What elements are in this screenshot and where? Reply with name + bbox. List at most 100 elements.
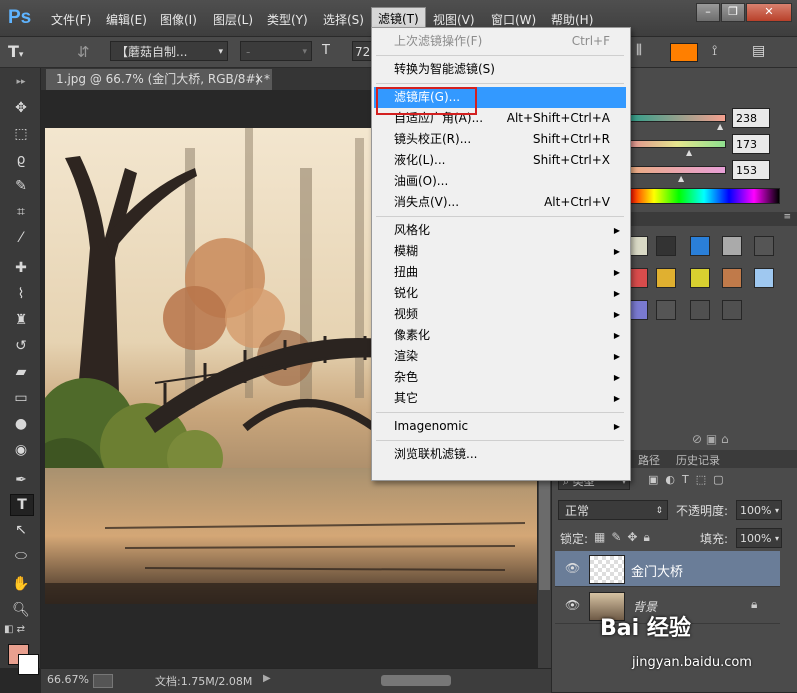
dodge-tool-icon[interactable]: ◉ — [10, 440, 32, 460]
style-swatch[interactable] — [754, 268, 774, 288]
character-panel-icon[interactable]: ▤ — [752, 43, 772, 61]
red-slider-thumb[interactable]: ▲ — [717, 122, 723, 131]
history-brush-tool-icon[interactable]: ↺ — [10, 336, 32, 356]
menu-file[interactable]: 文件(F) — [48, 9, 94, 30]
menu-type[interactable]: 类型(Y) — [264, 9, 311, 30]
filter-menu-item[interactable]: 转换为智能滤镜(S) — [374, 59, 626, 80]
filter-menu-item[interactable]: 上次滤镜操作(F) Ctrl+F — [374, 31, 626, 52]
restore-button[interactable]: ❐ — [721, 3, 745, 22]
move-tool-icon[interactable]: ✥ — [10, 98, 32, 118]
fill-field[interactable]: 100% ▾ — [736, 528, 782, 548]
green-slider[interactable] — [628, 140, 726, 148]
red-slider[interactable] — [628, 114, 726, 122]
font-size-field[interactable]: 72 — [352, 41, 372, 61]
style-swatch[interactable] — [656, 268, 676, 288]
style-swatch[interactable] — [656, 236, 676, 256]
style-swatch[interactable] — [722, 300, 742, 320]
layer-filter-icons[interactable]: ▣◐T⬚▢ — [648, 473, 731, 486]
style-swatch[interactable] — [628, 236, 648, 256]
warp-text-icon[interactable]: ⫼ — [636, 43, 654, 61]
eyedropper-tool-icon[interactable]: ⁄ — [10, 228, 32, 248]
filter-menu-item[interactable]: 液化(L)... Shift+Ctrl+X — [374, 150, 626, 171]
type-tool-button-icon[interactable]: T — [10, 494, 34, 516]
blur-tool-icon[interactable]: ● — [10, 414, 32, 434]
brush-tool-icon[interactable]: ⌇ — [10, 284, 32, 304]
healing-brush-tool-icon[interactable]: ✚ — [10, 258, 32, 278]
lasso-tool-icon[interactable]: ϱ — [10, 150, 32, 170]
menu-select[interactable]: 选择(S) — [320, 9, 367, 30]
layer-row-selected[interactable]: 👁︎ 金门大桥 — [555, 551, 780, 587]
filter-menu-item[interactable]: 渲染 ▶ — [374, 346, 626, 367]
panel-menu-icon[interactable]: ≡ — [783, 212, 791, 222]
green-value[interactable]: 173 — [732, 134, 770, 154]
filter-menu-item[interactable]: 油画(O)... — [374, 171, 626, 192]
filter-menu-item[interactable]: 扭曲 ▶ — [374, 262, 626, 283]
style-swatch[interactable] — [690, 268, 710, 288]
style-swatch[interactable] — [690, 300, 710, 320]
blue-value[interactable]: 153 — [732, 160, 770, 180]
background-color-swatch[interactable] — [18, 654, 39, 675]
filter-menu-item[interactable]: 消失点(V)... Alt+Ctrl+V — [374, 192, 626, 213]
clone-stamp-tool-icon[interactable]: ♜ — [10, 310, 32, 330]
lock-icons[interactable]: ▦✎✥🔒︎ — [594, 530, 656, 545]
shape-tool-icon[interactable]: ⬭ — [10, 546, 32, 566]
styles-delete-icons[interactable]: ⊘ ▣ ⌂ — [692, 432, 729, 446]
filter-menu-item[interactable]: 杂色 ▶ — [374, 367, 626, 388]
blue-slider[interactable] — [628, 166, 726, 174]
filter-menu-item[interactable]: 像素化 ▶ — [374, 325, 626, 346]
red-value[interactable]: 238 — [732, 108, 770, 128]
scrollbar-thumb[interactable] — [539, 480, 550, 590]
close-button[interactable]: ✕ — [746, 3, 792, 22]
menu-image[interactable]: 图像(I) — [157, 9, 200, 30]
tab-close-icon[interactable]: × — [254, 69, 264, 90]
filter-menu-item[interactable]: 锐化 ▶ — [374, 283, 626, 304]
path-select-tool-icon[interactable]: ↖ — [10, 520, 32, 540]
pen-tool-icon[interactable]: ✒ — [10, 470, 32, 490]
text-color-swatch[interactable] — [670, 43, 698, 62]
eraser-tool-icon[interactable]: ▰ — [10, 362, 32, 382]
style-swatch[interactable] — [628, 268, 648, 288]
filter-menu-item[interactable]: 模糊 ▶ — [374, 241, 626, 262]
filter-menu-item[interactable]: Imagenomic ▶ — [374, 416, 626, 437]
visibility-eye-icon[interactable]: 👁︎ — [565, 561, 580, 575]
swap-colors-icon[interactable]: ◧ ⇄ — [4, 624, 34, 638]
blend-mode-select[interactable]: 正常 ⇕ — [558, 500, 668, 520]
style-swatch[interactable] — [722, 236, 742, 256]
toolbar-collapse-icon[interactable]: ▸▸ — [10, 72, 32, 92]
blue-slider-thumb[interactable]: ▲ — [678, 174, 684, 183]
document-tab[interactable]: 1.jpg @ 66.7% (金门大桥, RGB/8#) * × — [46, 69, 272, 90]
type-tool-icon[interactable]: T▾ — [8, 42, 58, 62]
marquee-tool-icon[interactable]: ⬚ — [10, 124, 32, 144]
visibility-eye-icon[interactable]: 👁︎ — [565, 598, 580, 612]
font-style-select[interactable]: - ▾ — [240, 41, 312, 61]
filter-menu-item[interactable]: 风格化 ▶ — [374, 220, 626, 241]
color-spectrum-ramp[interactable] — [628, 188, 780, 204]
font-family-select[interactable]: 【蘑菇自制... ▾ — [110, 41, 228, 61]
green-slider-thumb[interactable]: ▲ — [686, 148, 692, 157]
hand-tool-icon[interactable]: ✋ — [10, 574, 32, 594]
zoom-level[interactable]: 66.67% — [47, 673, 89, 686]
filter-menu-item[interactable]: 其它 ▶ — [374, 388, 626, 409]
zoom-tool-icon[interactable]: 🔍︎ — [10, 600, 32, 620]
warp-icon[interactable]: ⟟ — [712, 43, 730, 61]
filter-menu-item[interactable]: 视频 ▶ — [374, 304, 626, 325]
style-swatch[interactable] — [754, 236, 774, 256]
tab-history[interactable]: 历史记录 — [676, 452, 720, 468]
menu-edit[interactable]: 编辑(E) — [103, 9, 150, 30]
menu-layer[interactable]: 图层(L) — [210, 9, 256, 30]
filter-menu-item[interactable]: 浏览联机滤镜... — [374, 444, 626, 465]
status-arrow-icon[interactable]: ▶ — [263, 673, 271, 684]
style-swatch[interactable] — [722, 268, 742, 288]
crop-tool-icon[interactable]: ⌗ — [10, 202, 32, 222]
minimize-button[interactable]: – — [696, 3, 720, 22]
horizontal-scroll-thumb[interactable] — [381, 675, 451, 686]
layer-name[interactable]: 金门大桥 — [631, 561, 683, 580]
tab-paths[interactable]: 路径 — [638, 452, 660, 468]
style-swatch[interactable] — [690, 236, 710, 256]
gradient-tool-icon[interactable]: ▭ — [10, 388, 32, 408]
filter-menu-item[interactable]: 镜头校正(R)... Shift+Ctrl+R — [374, 129, 626, 150]
style-swatch[interactable] — [656, 300, 676, 320]
toggle-text-orientation-icon[interactable]: ⇵ — [77, 43, 97, 61]
opacity-field[interactable]: 100% ▾ — [736, 500, 782, 520]
status-bar-export-icon[interactable] — [93, 674, 113, 688]
